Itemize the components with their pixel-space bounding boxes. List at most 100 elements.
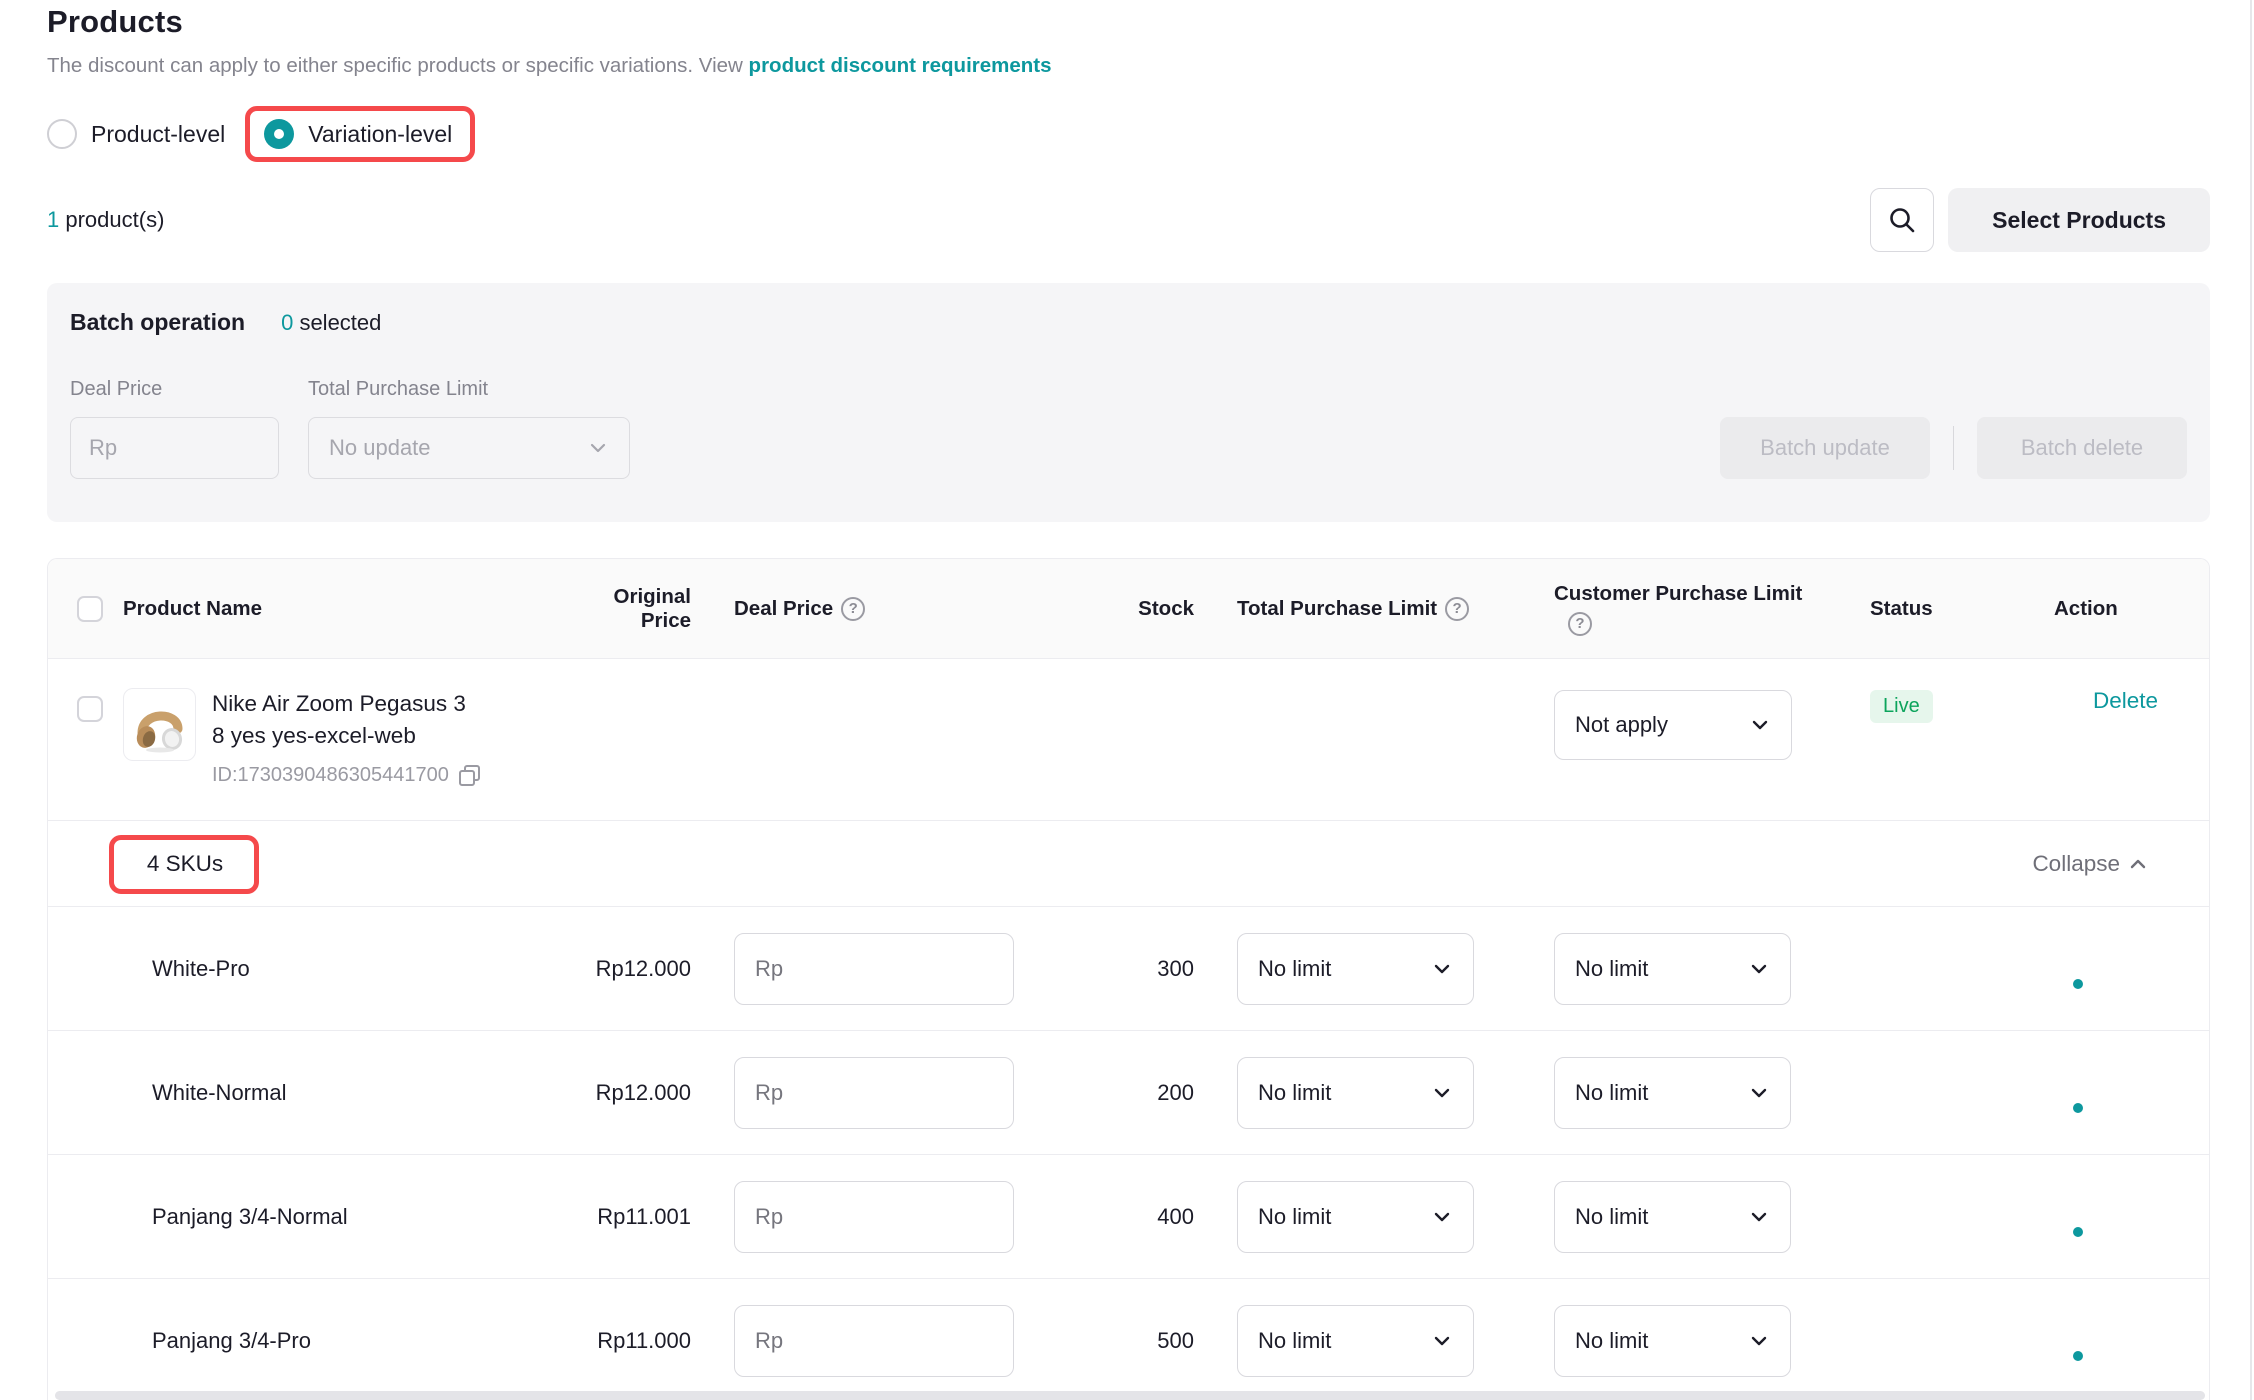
select-products-button[interactable]: Select Products	[1948, 188, 2210, 252]
total-purchase-limit-help-icon[interactable]: ?	[1445, 597, 1469, 621]
sku-customer-purchase-limit-value: No limit	[1575, 1080, 1648, 1106]
sku-total-purchase-limit-select[interactable]: No limit	[1237, 1057, 1474, 1129]
chevron-down-icon	[1748, 1206, 1770, 1228]
radio-checked-icon[interactable]	[264, 119, 294, 149]
table-header-row: Product Name Original Price Deal Price ?…	[48, 559, 2209, 659]
sku-row: Panjang 3/4-Pro Rp11.000 500 No limit No…	[48, 1279, 2209, 1400]
product-thumbnail	[123, 688, 196, 761]
sku-original-price: Rp12.000	[596, 1080, 691, 1106]
batch-deal-price-label: Deal Price	[70, 378, 308, 401]
select-all-checkbox[interactable]	[77, 596, 103, 622]
sku-original-price: Rp11.000	[597, 1328, 691, 1354]
column-customer-purchase-limit: Customer Purchase Limit	[1554, 582, 1802, 606]
batch-operation-title: Batch operation	[70, 309, 245, 336]
copy-icon[interactable]	[459, 765, 479, 785]
sku-total-purchase-limit-select[interactable]: No limit	[1237, 1305, 1474, 1377]
chevron-down-icon	[1431, 958, 1453, 980]
sku-total-purchase-limit-value: No limit	[1258, 956, 1331, 982]
column-original-price: Original Price	[561, 585, 691, 633]
batch-update-button[interactable]: Batch update	[1720, 417, 1930, 479]
radio-variation-level-label: Variation-level	[308, 121, 452, 148]
horizontal-scrollbar[interactable]	[55, 1391, 2205, 1400]
column-product-name: Product Name	[123, 597, 561, 621]
chevron-down-icon	[1431, 1206, 1453, 1228]
search-button[interactable]	[1870, 188, 1934, 252]
chevron-down-icon	[1749, 714, 1771, 736]
sku-total-purchase-limit-select[interactable]: No limit	[1237, 1181, 1474, 1253]
batch-selected-number: 0	[281, 310, 293, 335]
product-discount-requirements-link[interactable]: product discount requirements	[749, 54, 1052, 77]
products-toolbar: 1 product(s) Select Products	[47, 188, 2210, 252]
page-title: Products	[47, 4, 183, 40]
product-name: Nike Air Zoom Pegasus 3	[212, 688, 479, 720]
chevron-down-icon	[1748, 1082, 1770, 1104]
collapse-link[interactable]: Collapse	[2032, 851, 2150, 877]
subtitle-text: The discount can apply to either specifi…	[47, 54, 743, 77]
chevron-down-icon	[1748, 958, 1770, 980]
sku-row: White-Normal Rp12.000 200 No limit No li…	[48, 1031, 2209, 1155]
status-badge: Live	[1870, 690, 1933, 723]
collapse-label: Collapse	[2032, 851, 2120, 877]
product-count: 1 product(s)	[47, 207, 164, 233]
sku-customer-purchase-limit-select[interactable]: No limit	[1554, 1057, 1791, 1129]
product-id: ID:1730390486305441700	[212, 760, 449, 790]
product-subtitle: 8 yes yes-excel-web	[212, 720, 479, 752]
sku-total-purchase-limit-value: No limit	[1258, 1080, 1331, 1106]
batch-delete-button[interactable]: Batch delete	[1977, 417, 2187, 479]
sku-total-purchase-limit-value: No limit	[1258, 1204, 1331, 1230]
product-customer-purchase-limit-select[interactable]: Not apply	[1554, 690, 1792, 760]
divider	[1953, 426, 1954, 470]
sku-row: Panjang 3/4-Normal Rp11.001 400 No limit…	[48, 1155, 2209, 1279]
batch-operation-panel: Batch operation 0 selected Deal Price To…	[47, 283, 2210, 522]
sku-deal-price-input[interactable]	[734, 1181, 1014, 1253]
batch-deal-price-input[interactable]	[70, 417, 279, 479]
delete-product-link[interactable]: Delete	[2054, 688, 2168, 714]
chevron-up-icon	[2126, 852, 2150, 876]
sku-stock: 500	[1157, 1328, 1194, 1354]
sku-customer-purchase-limit-select[interactable]: No limit	[1554, 1305, 1791, 1377]
batch-selected-suffix: selected	[293, 310, 381, 335]
sku-original-price: Rp12.000	[596, 956, 691, 982]
batch-total-purchase-limit-label: Total Purchase Limit	[308, 378, 488, 401]
products-table: Product Name Original Price Deal Price ?…	[47, 558, 2210, 1400]
column-action: Action	[2054, 597, 2168, 621]
products-discount-page: Products The discount can apply to eithe…	[0, 0, 2254, 1400]
sku-name: Panjang 3/4-Pro	[77, 1328, 561, 1354]
column-status: Status	[1870, 597, 1951, 621]
page-subtitle: The discount can apply to either specifi…	[47, 54, 1052, 78]
level-selector: Product-level Variation-level	[47, 104, 475, 164]
sku-original-price: Rp11.001	[597, 1204, 691, 1230]
product-customer-purchase-limit-value: Not apply	[1575, 712, 1668, 738]
batch-total-purchase-limit-value: No update	[329, 435, 431, 461]
sku-deal-price-input[interactable]	[734, 1057, 1014, 1129]
sku-deal-price-input[interactable]	[734, 1305, 1014, 1377]
chevron-down-icon	[1748, 1330, 1770, 1352]
sku-customer-purchase-limit-select[interactable]: No limit	[1554, 1181, 1791, 1253]
sku-total-purchase-limit-select[interactable]: No limit	[1237, 933, 1474, 1005]
product-row: Nike Air Zoom Pegasus 3 8 yes yes-excel-…	[48, 659, 2209, 821]
radio-variation-level[interactable]: Variation-level	[264, 119, 452, 149]
sku-customer-purchase-limit-value: No limit	[1575, 1328, 1648, 1354]
sku-name: White-Pro	[77, 956, 561, 982]
product-count-suffix: product(s)	[59, 207, 164, 232]
batch-selected-count: 0 selected	[281, 310, 381, 336]
column-deal-price: Deal Price	[734, 597, 833, 621]
deal-price-help-icon[interactable]: ?	[841, 597, 865, 621]
radio-unchecked-icon[interactable]	[47, 119, 77, 149]
sku-count-label: 4 SKUs	[110, 851, 260, 877]
headphones-image	[130, 695, 190, 755]
sku-customer-purchase-limit-value: No limit	[1575, 956, 1648, 982]
column-stock: Stock	[1138, 597, 1194, 621]
sku-summary-row: 4 SKUs Collapse	[48, 821, 2209, 907]
sku-deal-price-input[interactable]	[734, 933, 1014, 1005]
sku-customer-purchase-limit-select[interactable]: No limit	[1554, 933, 1791, 1005]
radio-product-level[interactable]: Product-level	[47, 119, 225, 149]
search-icon	[1887, 205, 1917, 235]
vertical-scrollbar[interactable]	[2250, 0, 2252, 1400]
batch-total-purchase-limit-select[interactable]: No update	[308, 417, 630, 479]
customer-purchase-limit-help-icon[interactable]: ?	[1568, 612, 1592, 636]
sku-stock: 300	[1157, 956, 1194, 982]
product-checkbox[interactable]	[77, 696, 103, 722]
annotation-box-variation-level: Variation-level	[245, 106, 475, 162]
sku-stock: 200	[1157, 1080, 1194, 1106]
